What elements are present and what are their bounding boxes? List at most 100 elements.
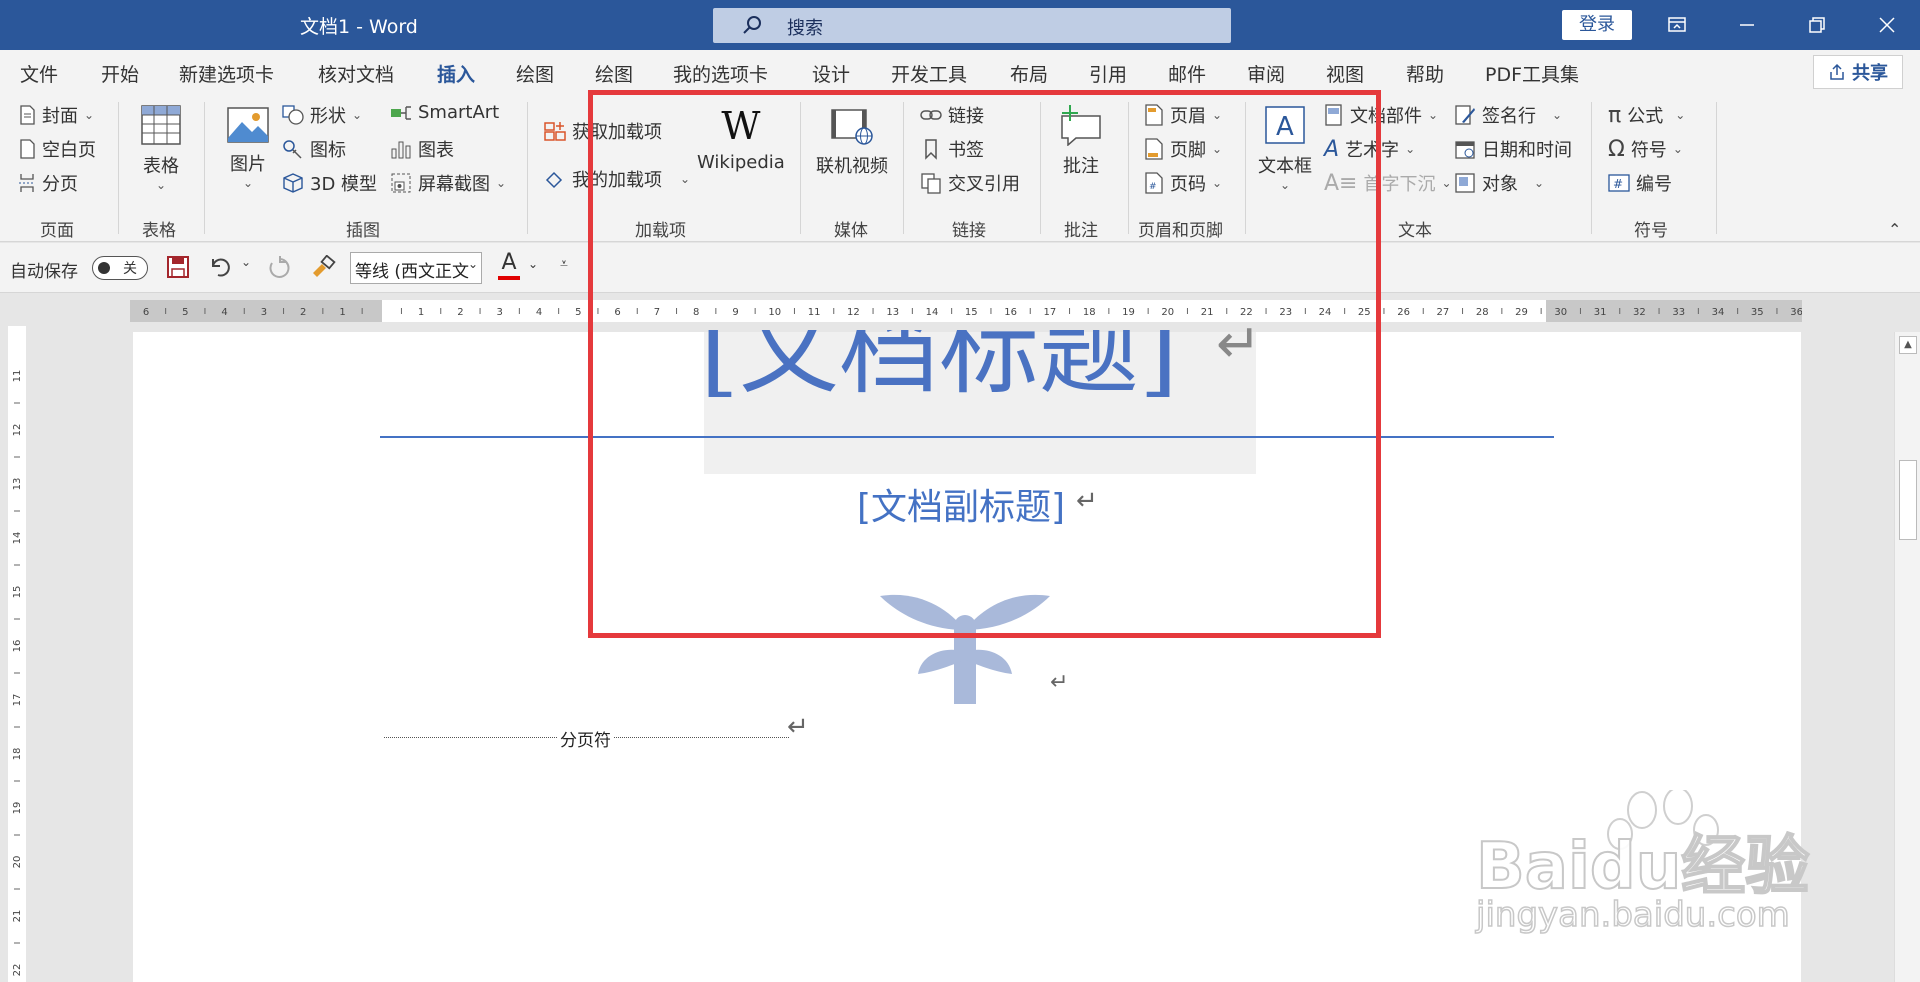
save-icon[interactable] [166, 255, 190, 284]
paragraph-mark-icon: ↵ [1216, 312, 1262, 375]
autosave-toggle[interactable]: 关 [92, 256, 148, 280]
symbol-button[interactable]: Ω 符号 ⌄ [1608, 136, 1683, 162]
page-break-button[interactable]: 分页 [18, 170, 78, 196]
tab-view[interactable]: 视图 [1326, 60, 1364, 87]
login-button[interactable]: 登录 [1562, 10, 1632, 40]
minimize-button[interactable] [1712, 0, 1782, 50]
tab-mailings[interactable]: 邮件 [1168, 60, 1206, 87]
table-button[interactable]: 表格 ⌄ [140, 104, 182, 192]
ruler-number: 20 [1161, 307, 1174, 318]
3d-model-button[interactable]: 3D 模型 [282, 170, 377, 196]
tab-developer[interactable]: 开发工具 [891, 60, 967, 87]
redo-icon[interactable] [266, 255, 292, 284]
group-label-addins: 加载项 [635, 221, 686, 241]
cube-icon [283, 173, 303, 193]
get-addins-button[interactable]: 获取加载项 [544, 118, 662, 144]
collapse-ribbon-icon[interactable]: ⌃ [1888, 220, 1901, 239]
tab-layout[interactable]: 布局 [1010, 60, 1048, 87]
shapes-button[interactable]: 形状 ⌄ [282, 102, 362, 128]
vertical-ruler[interactable]: 11 12 13 14 15 16 17 18 19 20 21 22 [0, 300, 30, 982]
wikipedia-button[interactable]: W Wikipedia [697, 106, 785, 173]
tab-review[interactable]: 审阅 [1247, 60, 1285, 87]
tab-draw-2[interactable]: 绘图 [595, 60, 633, 87]
header-button[interactable]: 页眉 ⌄ [1144, 102, 1222, 128]
format-painter-icon[interactable] [310, 254, 336, 284]
group-label-symbols: 符号 [1634, 221, 1668, 241]
sprout-graphic[interactable] [878, 590, 1052, 704]
tab-references[interactable]: 引用 [1089, 60, 1127, 87]
comment-button[interactable]: 批注 [1058, 104, 1104, 178]
equation-button[interactable]: π 公式 ⌄ [1608, 102, 1685, 128]
tab-proofing[interactable]: 核对文档 [318, 60, 394, 87]
blank-page-icon [20, 139, 35, 159]
smartart-button[interactable]: SmartArt [390, 102, 499, 123]
screenshot-icon [391, 173, 411, 193]
ruler-number: 36 [1790, 307, 1802, 318]
ruler-number: 21 [12, 910, 23, 923]
textbox-button[interactable]: A 文本框 ⌄ [1258, 104, 1312, 192]
font-name-select[interactable]: 等线 (西文正文 [350, 252, 482, 284]
tab-help[interactable]: 帮助 [1406, 60, 1444, 87]
document-subtitle[interactable]: [文档副标题] [857, 478, 1065, 530]
tab-design[interactable]: 设计 [812, 60, 850, 87]
footer-button[interactable]: 页脚 ⌄ [1144, 136, 1222, 162]
ribbon: 封面 ⌄ 空白页 分页 页面 表格 ⌄ 表格 图片 ⌄ 形状 ⌄ 图标 3D 模型 Sm… [0, 92, 1920, 242]
tab-home[interactable]: 开始 [101, 60, 139, 87]
date-time-button[interactable]: 日期和时间 [1454, 136, 1572, 162]
wordart-button[interactable]: A 艺术字 ⌄ [1324, 136, 1415, 162]
ruler-number: 1 [339, 307, 345, 318]
undo-dropdown-icon[interactable]: ⌄ [241, 255, 251, 269]
ruler-number: 27 [1437, 307, 1450, 318]
ribbon-display-button[interactable] [1642, 0, 1712, 50]
search-box[interactable]: 搜索 [713, 8, 1231, 43]
cross-reference-icon [921, 173, 941, 194]
online-video-button[interactable]: 联机视频 [816, 108, 888, 178]
scroll-thumb[interactable] [1899, 460, 1917, 540]
quick-access-toolbar: 自动保存 关 ⌄ 等线 (西文正文 ⌄ A ⌄ ⩡ [0, 243, 1920, 293]
font-color-dropdown-icon[interactable]: ⌄ [528, 257, 538, 271]
ruler-number: 19 [1122, 307, 1135, 318]
share-button[interactable]: 共享 [1813, 55, 1903, 89]
drop-cap-button[interactable]: A≡ 首字下沉 ⌄ [1324, 170, 1452, 196]
ruler-number: 12 [12, 424, 23, 437]
page-number-button[interactable]: # 页码 ⌄ [1144, 170, 1222, 196]
tab-insert[interactable]: 插入 [437, 60, 476, 95]
undo-icon[interactable] [208, 255, 234, 284]
my-addins-button[interactable]: 我的加载项 ⌄ [544, 166, 690, 192]
scroll-up-icon[interactable]: ▲ [1899, 336, 1917, 354]
signature-line-button[interactable]: 签名行 ⌄ [1454, 102, 1562, 128]
restore-button[interactable] [1782, 0, 1852, 50]
ruler-number: 10 [768, 307, 781, 318]
number-button[interactable]: # 编号 [1608, 170, 1672, 196]
ruler-number: 5 [182, 307, 188, 318]
blank-page-button[interactable]: 空白页 [18, 136, 96, 162]
close-button[interactable] [1852, 0, 1920, 50]
drop-cap-icon: A≡ [1324, 170, 1358, 196]
font-dropdown-icon[interactable]: ⌄ [468, 257, 478, 271]
textbox-icon: A [1265, 106, 1305, 144]
autosave-label: 自动保存 [10, 262, 78, 282]
paragraph-mark-icon: ↵ [1076, 486, 1098, 516]
quick-parts-button[interactable]: 文档部件 ⌄ [1324, 102, 1438, 128]
tab-draw[interactable]: 绘图 [516, 60, 554, 87]
cross-reference-button[interactable]: 交叉引用 [920, 170, 1020, 196]
vertical-scrollbar[interactable]: ▲ [1894, 332, 1920, 982]
cover-page-button[interactable]: 封面 ⌄ [18, 102, 94, 128]
bookmark-button[interactable]: 书签 [920, 136, 984, 162]
customize-qat-icon[interactable]: ⩡ [560, 256, 568, 272]
ruler-number: 31 [1594, 307, 1607, 318]
link-button[interactable]: 链接 [920, 102, 984, 128]
icons-button[interactable]: 图标 [282, 136, 346, 162]
object-button[interactable]: 对象 ⌄ [1454, 170, 1544, 196]
tab-file[interactable]: 文件 [20, 60, 58, 87]
tab-my-tab[interactable]: 我的选项卡 [673, 60, 768, 87]
tab-pdf-tools[interactable]: PDF工具集 [1485, 60, 1579, 87]
screenshot-button[interactable]: 屏幕截图 ⌄ [390, 170, 506, 196]
chart-button[interactable]: 图表 [390, 136, 454, 162]
tab-new-tab[interactable]: 新建选项卡 [179, 60, 274, 87]
font-color-button[interactable]: A [498, 251, 520, 280]
calendar-icon [1455, 141, 1475, 159]
wikipedia-icon: W [721, 104, 761, 148]
picture-button[interactable]: 图片 ⌄ [226, 106, 270, 190]
horizontal-ruler[interactable]: 6 5 4 3 2 1 1 2 3 4 5 6 7 8 9 10 11 12 13 14 15 16 17 18 19 20 21 2… [130, 300, 1802, 322]
